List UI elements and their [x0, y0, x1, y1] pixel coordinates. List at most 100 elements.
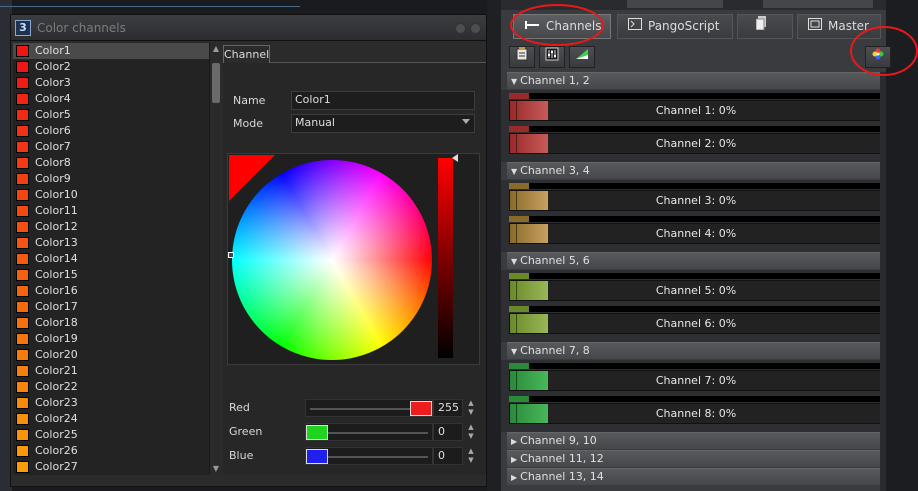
spin-arrows-icon[interactable]: ▲ ▼	[465, 399, 477, 417]
spin-arrows-icon[interactable]: ▲ ▼	[465, 447, 477, 465]
list-item[interactable]: Color14	[13, 251, 209, 267]
color-swatch	[16, 429, 29, 441]
list-item[interactable]: Color27	[13, 459, 209, 475]
color-slider[interactable]	[305, 423, 433, 441]
channel-track[interactable]: Channel 5: 0%	[509, 280, 881, 301]
channel-group-header[interactable]: ▶ Channel 9, 10	[507, 432, 884, 449]
list-item[interactable]: Color1	[13, 43, 209, 59]
channel-group-header[interactable]: ▶ Channel 11, 12	[507, 450, 884, 467]
channel-slider[interactable]: Channel 7: 0%	[509, 363, 881, 391]
list-item[interactable]: Color12	[13, 219, 209, 235]
color-wheel[interactable]	[232, 160, 432, 360]
channel-slider[interactable]: Channel 2: 0%	[509, 126, 881, 154]
channel-level-bar	[509, 306, 881, 312]
list-item[interactable]: Color22	[13, 379, 209, 395]
tab-pangoscript[interactable]: PangoScript	[617, 14, 733, 39]
name-input[interactable]: Color1	[291, 91, 475, 110]
channel-slider[interactable]: Channel 1: 0%	[509, 93, 881, 121]
slider-label: Green	[229, 425, 263, 438]
spin-arrows-icon[interactable]: ▲ ▼	[465, 423, 477, 441]
list-item[interactable]: Color17	[13, 299, 209, 315]
list-item[interactable]: Color23	[13, 395, 209, 411]
channel-group-header[interactable]: ▶ Channel 13, 14	[507, 468, 884, 485]
slider-value-input[interactable]: 255	[433, 399, 463, 417]
brightness-bar[interactable]	[438, 158, 453, 358]
channel-slider[interactable]: Channel 5: 0%	[509, 273, 881, 301]
chevron-right-icon: ▶	[511, 437, 518, 446]
slider-value-input[interactable]: 0	[433, 423, 463, 441]
list-item[interactable]: Color2	[13, 59, 209, 75]
color-item-label: Color21	[35, 364, 78, 377]
channels-panel: Channels PangoScript Master ▼ Channel 1, 2C…	[501, 0, 891, 491]
channel-group-header[interactable]: ▼ Channel 3, 4	[507, 162, 884, 179]
list-item[interactable]: Color3	[13, 75, 209, 91]
list-item[interactable]: Color7	[13, 139, 209, 155]
color-item-label: Color15	[35, 268, 78, 281]
channel-group-header[interactable]: ▼ Channel 7, 8	[507, 342, 884, 359]
list-item[interactable]: Color6	[13, 123, 209, 139]
slider-value-input[interactable]: 0	[433, 447, 463, 465]
scroll-down-icon[interactable]: ▼	[210, 463, 222, 475]
list-item[interactable]: Color19	[13, 331, 209, 347]
list-item[interactable]: Color16	[13, 283, 209, 299]
equalizer-icon[interactable]	[539, 46, 565, 68]
brightness-marker-icon[interactable]	[452, 154, 458, 162]
list-item[interactable]: Color15	[13, 267, 209, 283]
color-item-label: Color12	[35, 220, 78, 233]
wheel-selection-marker[interactable]	[228, 252, 234, 258]
list-item[interactable]: Color5	[13, 107, 209, 123]
list-item[interactable]: Color18	[13, 315, 209, 331]
mode-value: Manual	[295, 116, 335, 129]
desktop: 3 Color channels Color1 Color2 Color3 Color…	[0, 0, 918, 491]
clipboard-icon[interactable]	[509, 46, 535, 68]
channel-track[interactable]: Channel 8: 0%	[509, 403, 881, 424]
color-item-label: Color7	[35, 140, 71, 153]
channel-group-header[interactable]: ▼ Channel 5, 6	[507, 252, 884, 269]
scroll-thumb[interactable]	[212, 63, 220, 103]
color-slider[interactable]	[305, 399, 433, 417]
list-item[interactable]: Color13	[13, 235, 209, 251]
mode-select[interactable]: Manual	[291, 114, 475, 133]
channels-scrollbar[interactable]	[880, 72, 886, 491]
close-button[interactable]	[470, 23, 481, 34]
channel-slider[interactable]: Channel 8: 0%	[509, 396, 881, 424]
list-item[interactable]: Color11	[13, 203, 209, 219]
slider-thumb[interactable]	[306, 449, 328, 464]
slider-thumb[interactable]	[410, 401, 432, 416]
channel-slider[interactable]: Channel 3: 0%	[509, 183, 881, 211]
list-item[interactable]: Color4	[13, 91, 209, 107]
partial-top-tab[interactable]	[763, 0, 873, 8]
color-item-label: Color23	[35, 396, 78, 409]
color-swatch	[16, 365, 29, 377]
color-swatch	[16, 77, 29, 89]
color-item-label: Color17	[35, 300, 78, 313]
channel-track[interactable]: Channel 1: 0%	[509, 100, 881, 121]
partial-top-tab[interactable]	[627, 0, 723, 8]
tab-channel[interactable]: Channel	[223, 45, 270, 65]
color-slider[interactable]	[305, 447, 433, 465]
channel-track[interactable]: Channel 2: 0%	[509, 133, 881, 154]
channel-group-header[interactable]: ▼ Channel 1, 2	[507, 72, 884, 89]
channel-track[interactable]: Channel 3: 0%	[509, 190, 881, 211]
slider-thumb[interactable]	[306, 425, 328, 440]
group-label: Channel 11, 12	[520, 452, 604, 465]
dialog-titlebar[interactable]: 3 Color channels	[11, 15, 486, 41]
list-item[interactable]: Color25	[13, 427, 209, 443]
minimize-button[interactable]	[455, 23, 466, 34]
tab-document[interactable]	[737, 14, 793, 39]
list-item[interactable]: Color20	[13, 347, 209, 363]
list-item[interactable]: Color8	[13, 155, 209, 171]
list-item[interactable]: Color21	[13, 363, 209, 379]
scroll-up-icon[interactable]: ▲	[210, 43, 222, 55]
ramp-icon[interactable]	[569, 46, 595, 68]
channel-track[interactable]: Channel 7: 0%	[509, 370, 881, 391]
channel-track[interactable]: Channel 4: 0%	[509, 223, 881, 244]
color-list-scrollbar[interactable]: ▲ ▼	[209, 43, 221, 475]
list-item[interactable]: Color24	[13, 411, 209, 427]
channel-track[interactable]: Channel 6: 0%	[509, 313, 881, 334]
list-item[interactable]: Color26	[13, 443, 209, 459]
channel-slider[interactable]: Channel 4: 0%	[509, 216, 881, 244]
list-item[interactable]: Color9	[13, 171, 209, 187]
channel-slider[interactable]: Channel 6: 0%	[509, 306, 881, 334]
list-item[interactable]: Color10	[13, 187, 209, 203]
